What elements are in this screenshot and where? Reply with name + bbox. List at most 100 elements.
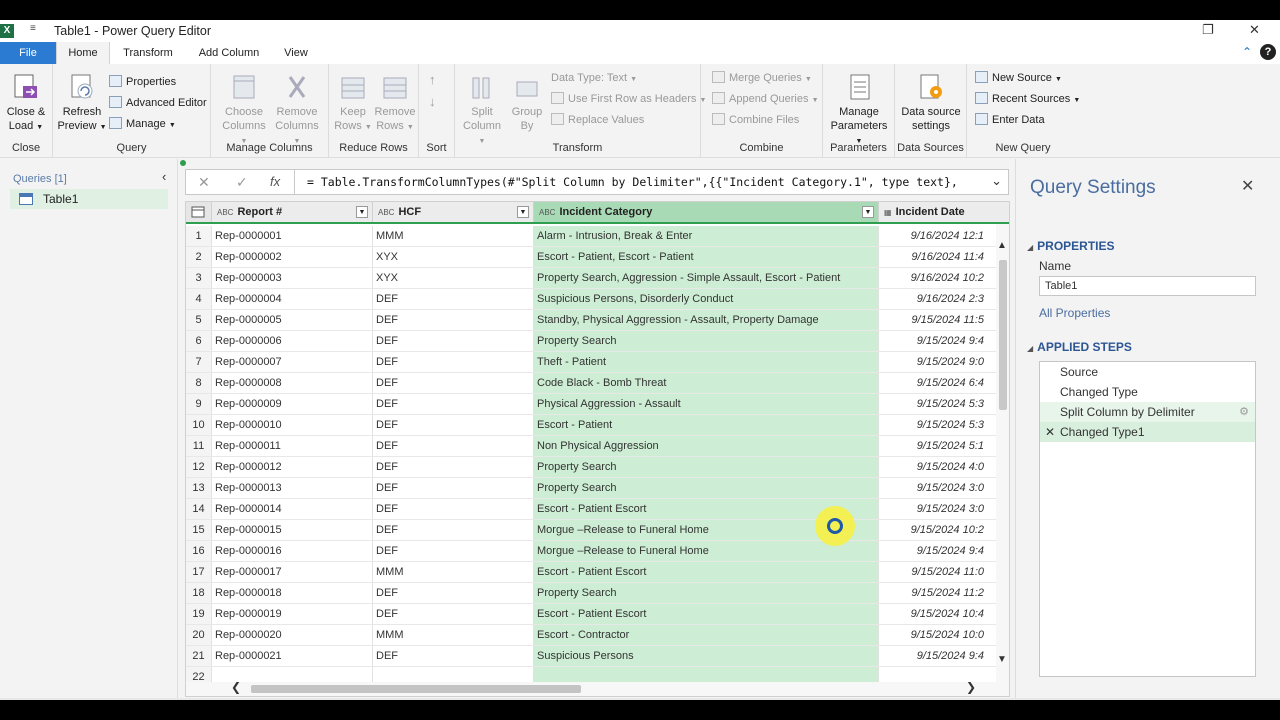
enter-data-button[interactable]: Enter Data [975, 112, 1045, 128]
horizontal-scroll-thumb[interactable] [251, 685, 581, 693]
sort-descending-icon[interactable]: ↓ [429, 94, 436, 110]
use-first-row-button[interactable]: Use First Row as Headers ▼ [551, 91, 706, 107]
gear-icon[interactable]: ⚙ [1239, 402, 1249, 422]
table-row[interactable]: 1 Rep-0000001 MMM Alarm - Intrusion, Break … [186, 226, 1009, 247]
cell-hcf[interactable]: DEF [373, 415, 534, 435]
cell-report[interactable]: Rep-0000008 [212, 373, 373, 393]
query-item-table1[interactable]: Table1 [10, 189, 168, 209]
cell-incident-category[interactable]: Escort - Patient Escort [534, 604, 879, 624]
cell-incident-date[interactable]: 9/15/2024 11:5 [879, 310, 999, 330]
step-split-column[interactable]: Split Column by Delimiter ⚙ [1040, 402, 1255, 422]
cell-report[interactable]: Rep-0000003 [212, 268, 373, 288]
table-row[interactable]: 14 Rep-0000014 DEF Escort - Patient Escort 9… [186, 499, 1009, 520]
cell-incident-category[interactable]: Suspicious Persons [534, 646, 879, 666]
formula-input[interactable]: = Table.TransformColumnTypes(#"Split Col… [307, 175, 958, 189]
cell-incident-date[interactable]: 9/16/2024 11:4 [879, 247, 999, 267]
cell-report[interactable]: Rep-0000006 [212, 331, 373, 351]
scroll-right-icon[interactable]: ❯ [966, 680, 976, 694]
cell-incident-date[interactable]: 9/16/2024 12:1 [879, 226, 999, 246]
cell-hcf[interactable]: DEF [373, 478, 534, 498]
cell-incident-date[interactable]: 9/15/2024 9:0 [879, 352, 999, 372]
cell-report[interactable]: Rep-0000010 [212, 415, 373, 435]
tab-file[interactable]: File [0, 42, 56, 64]
data-type-dropdown[interactable]: Data Type: Text ▼ [551, 70, 637, 86]
column-header-hcf[interactable]: ABC HCF ▼ [373, 202, 534, 222]
column-header-report[interactable]: ABC Report # ▼ [212, 202, 373, 222]
expand-formula-icon[interactable]: ⌄ [991, 173, 1002, 189]
cell-incident-date[interactable]: 9/15/2024 5:3 [879, 394, 999, 414]
cell-incident-category[interactable]: Escort - Contractor [534, 625, 879, 645]
cell-incident-date[interactable]: 9/15/2024 10:0 [879, 625, 999, 645]
cell-hcf[interactable]: DEF [373, 352, 534, 372]
cell-incident-date[interactable]: 9/16/2024 2:3 [879, 289, 999, 309]
cell-report[interactable]: Rep-0000009 [212, 394, 373, 414]
cell-hcf[interactable]: DEF [373, 457, 534, 477]
close-settings-icon[interactable]: ✕ [1241, 176, 1254, 196]
remove-columns-button[interactable]: Remove Columns ▼ [271, 72, 323, 149]
cell-hcf[interactable]: DEF [373, 310, 534, 330]
cell-report[interactable]: Rep-0000013 [212, 478, 373, 498]
cell-incident-category[interactable]: Physical Aggression - Assault [534, 394, 879, 414]
cell-hcf[interactable]: DEF [373, 499, 534, 519]
cell-incident-date[interactable]: 9/15/2024 10:4 [879, 604, 999, 624]
table-row[interactable]: 20 Rep-0000020 MMM Escort - Contractor 9/15/… [186, 625, 1009, 646]
cell-incident-category[interactable]: Alarm - Intrusion, Break & Enter [534, 226, 879, 246]
cell-incident-date[interactable]: 9/15/2024 9:4 [879, 646, 999, 666]
table-row[interactable]: 21 Rep-0000021 DEF Suspicious Persons 9/15/2… [186, 646, 1009, 667]
cell-hcf[interactable]: DEF [373, 289, 534, 309]
manage-button[interactable]: Manage ▼ [109, 116, 176, 132]
cell-report[interactable]: Rep-0000021 [212, 646, 373, 666]
cell-incident-date[interactable]: 9/15/2024 5:1 [879, 436, 999, 456]
table-row[interactable]: 11 Rep-0000011 DEF Non Physical Aggression 9… [186, 436, 1009, 457]
cell-hcf[interactable]: DEF [373, 604, 534, 624]
append-queries-button[interactable]: Append Queries ▼ [712, 91, 819, 107]
text-type-icon[interactable]: ABC [378, 203, 394, 222]
cell-incident-date[interactable]: 9/15/2024 3:0 [879, 499, 999, 519]
table-row[interactable]: 3 Rep-0000003 XYX Property Search, Aggressi… [186, 268, 1009, 289]
data-source-settings-button[interactable]: Data source settings [899, 72, 963, 133]
cell-hcf[interactable]: DEF [373, 436, 534, 456]
cell-incident-date[interactable]: 9/16/2024 10:2 [879, 268, 999, 288]
group-by-button[interactable]: Group By [507, 72, 547, 133]
restore-window-button[interactable]: ❐ [1202, 22, 1214, 38]
help-icon[interactable]: ? [1260, 44, 1276, 60]
manage-parameters-button[interactable]: Manage Parameters ▼ [827, 72, 891, 149]
cell-report[interactable]: Rep-0000011 [212, 436, 373, 456]
table-row[interactable]: 6 Rep-0000006 DEF Property Search 9/15/2024 … [186, 331, 1009, 352]
cell-incident-date[interactable]: 9/15/2024 6:4 [879, 373, 999, 393]
close-load-button[interactable]: Close & Load ▼ [4, 72, 48, 135]
cell-incident-date[interactable]: 9/15/2024 5:3 [879, 415, 999, 435]
cell-report[interactable]: Rep-0000012 [212, 457, 373, 477]
refresh-preview-button[interactable]: Refresh Preview ▼ [57, 72, 107, 135]
cell-incident-category[interactable]: Property Search [534, 457, 879, 477]
table-row[interactable]: 16 Rep-0000016 DEF Morgue –Release to Funer… [186, 541, 1009, 562]
table-row[interactable]: 18 Rep-0000018 DEF Property Search 9/15/2024… [186, 583, 1009, 604]
quick-access-menu-icon[interactable]: ≡ [30, 23, 36, 34]
cell-hcf[interactable]: XYX [373, 268, 534, 288]
replace-values-button[interactable]: Replace Values [551, 112, 644, 128]
cell-hcf[interactable]: DEF [373, 394, 534, 414]
combine-files-button[interactable]: Combine Files [712, 112, 799, 128]
recent-sources-button[interactable]: Recent Sources ▼ [975, 91, 1080, 107]
choose-columns-button[interactable]: Choose Columns ▼ [219, 72, 269, 149]
cell-report[interactable]: Rep-0000015 [212, 520, 373, 540]
horizontal-scrollbar[interactable]: ❮ ❯ [186, 680, 1009, 696]
table-row[interactable]: 7 Rep-0000007 DEF Theft - Patient 9/15/2024 … [186, 352, 1009, 373]
split-column-button[interactable]: Split Column ▼ [459, 72, 505, 149]
table-row[interactable]: 19 Rep-0000019 DEF Escort - Patient Escort 9… [186, 604, 1009, 625]
table-row[interactable]: 9 Rep-0000009 DEF Physical Aggression - Ass… [186, 394, 1009, 415]
table-row[interactable]: 12 Rep-0000012 DEF Property Search 9/15/2024… [186, 457, 1009, 478]
cell-hcf[interactable]: DEF [373, 583, 534, 603]
table-row[interactable]: 15 Rep-0000015 DEF Morgue –Release to Funer… [186, 520, 1009, 541]
cell-incident-date[interactable]: 9/15/2024 4:0 [879, 457, 999, 477]
cell-incident-category[interactable]: Escort - Patient, Escort - Patient [534, 247, 879, 267]
cell-incident-category[interactable]: Property Search [534, 331, 879, 351]
keep-rows-button[interactable]: Keep Rows ▼ [333, 72, 373, 135]
cell-incident-category[interactable]: Theft - Patient [534, 352, 879, 372]
cell-incident-category[interactable]: Escort - Patient Escort [534, 562, 879, 582]
vertical-scroll-thumb[interactable] [999, 260, 1007, 410]
cell-incident-category[interactable]: Property Search [534, 478, 879, 498]
cell-report[interactable]: Rep-0000004 [212, 289, 373, 309]
cancel-formula-icon[interactable]: ✕ [198, 174, 210, 191]
filter-dropdown-icon[interactable]: ▼ [862, 206, 874, 218]
